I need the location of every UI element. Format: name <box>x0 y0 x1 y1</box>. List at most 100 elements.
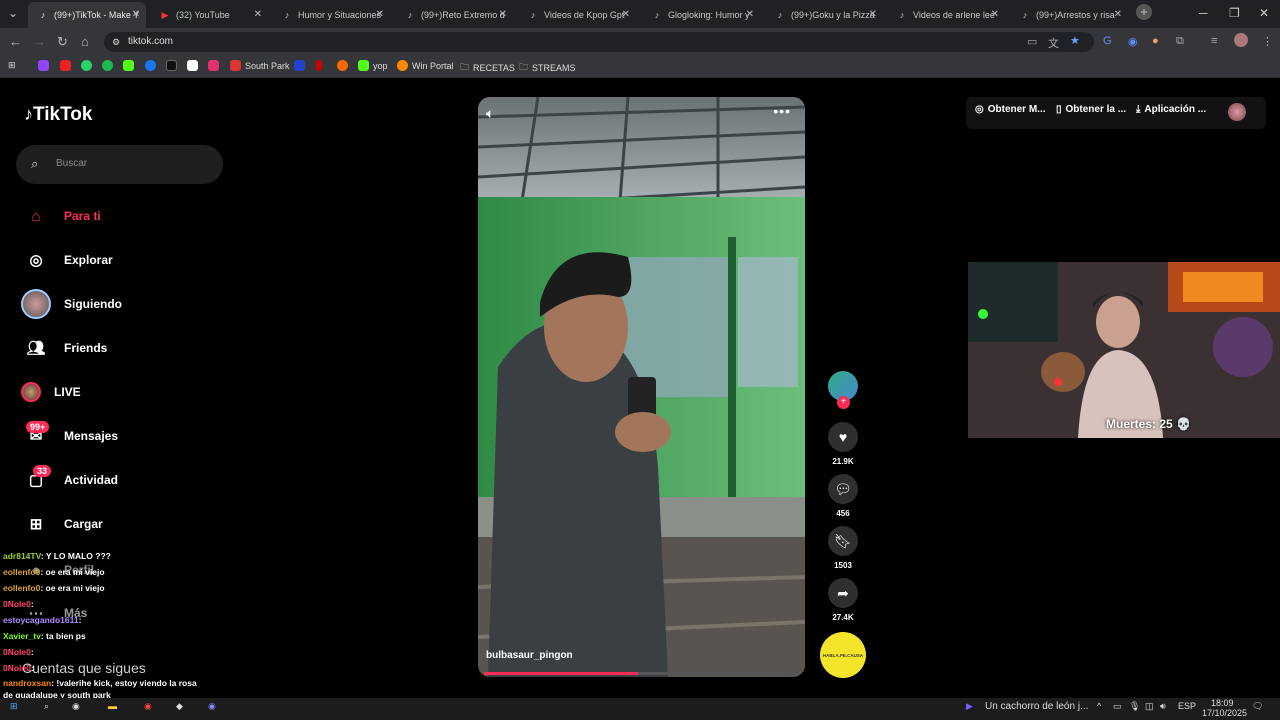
close-tab-icon[interactable]: ✕ <box>622 9 630 20</box>
tab-arlene[interactable]: ♪ Videos de arlene lee ✕ <box>887 2 1005 28</box>
file-explorer-icon[interactable]: ▬ <box>108 701 117 711</box>
orange-bookmark-icon[interactable] <box>337 60 348 71</box>
tab-reto[interactable]: ♪ (99+)Reto Extremo d ✕ <box>395 2 513 28</box>
tab-search-icon[interactable]: ⌄ <box>8 6 18 20</box>
share-button[interactable]: ➦ <box>828 578 858 608</box>
site-info-icon[interactable]: ⚙ <box>112 32 120 52</box>
taskbar-app-icon[interactable]: ◉ <box>72 701 80 712</box>
amazon-bookmark-icon[interactable] <box>187 60 198 71</box>
nav-explorar[interactable]: ◎ Explorar <box>20 245 112 275</box>
comment-count: 456 <box>836 509 850 518</box>
tray-chevron-icon[interactable]: ^ <box>1097 701 1101 711</box>
nav-friends[interactable]: 👥︎ Friends <box>20 333 107 363</box>
user-avatar[interactable] <box>1228 103 1246 121</box>
tab-humor[interactable]: ♪ Humor y Situaciones ✕ <box>272 2 390 28</box>
forward-icon[interactable]: → <box>33 34 46 49</box>
tiktok-logo[interactable]: ♪TikTok <box>24 104 92 126</box>
taskbar-app3-icon[interactable]: ◉ <box>208 701 216 712</box>
back-icon[interactable]: ← <box>9 34 22 49</box>
menu-kebab-icon[interactable]: ⋮ <box>1262 35 1273 48</box>
obtener-monedas-button[interactable]: ◎ Obtener M... <box>975 104 1046 115</box>
network-icon[interactable]: ◫ <box>1145 701 1154 712</box>
video-author[interactable]: bulbasaur_pingon <box>486 650 573 661</box>
nav-cargar[interactable]: ⊞ Cargar <box>20 509 103 539</box>
bookmark-win-portal[interactable]: Win Portal <box>397 60 454 71</box>
follow-plus-icon[interactable]: + <box>837 396 850 409</box>
close-tab-icon[interactable]: ✕ <box>746 9 754 20</box>
taskbar-app2-icon[interactable]: ◆ <box>176 701 183 712</box>
tab-kpop[interactable]: ♪ Videos de Kpop Gpt ✕ <box>518 2 636 28</box>
minimize-icon[interactable]: ─ <box>1199 6 1208 20</box>
close-tab-icon[interactable]: ✕ <box>132 9 140 20</box>
m-bookmark-icon[interactable] <box>294 60 305 71</box>
address-bar[interactable]: ⚙ tiktok.com <box>104 32 1094 52</box>
bookmark-yop[interactable]: yop <box>358 60 388 71</box>
video-progress-bar[interactable] <box>484 672 799 675</box>
bookmark-folder-recetas[interactable]: 🗀 RECETAS <box>460 60 515 76</box>
twitch-bookmark-icon[interactable] <box>38 60 49 71</box>
youtube-bookmark-icon[interactable] <box>60 60 71 71</box>
maximize-icon[interactable]: ❐ <box>1229 6 1240 20</box>
video-player[interactable]: 🔈︎ ••• bulbasaur_pingon <box>478 97 805 677</box>
close-tab-icon[interactable]: ✕ <box>376 9 384 20</box>
aplicacion-button[interactable]: ⤓ Aplicación ... <box>1136 104 1206 115</box>
close-tab-icon[interactable]: ✕ <box>1114 9 1122 20</box>
tab-glogloking[interactable]: ♪ Glogloking: Humor y ✕ <box>642 2 760 28</box>
bookmark-south-park[interactable]: South Park <box>230 60 290 71</box>
facebook-bookmark-icon[interactable] <box>145 60 156 71</box>
volume-icon[interactable]: 🔈︎ <box>486 105 494 122</box>
close-tab-icon[interactable]: ✕ <box>869 9 877 20</box>
whatsapp-bookmark-icon[interactable] <box>81 60 92 71</box>
media-app-icon[interactable]: ▶ <box>966 701 973 712</box>
tab-tiktok[interactable]: ♪ (99+)TikTok - Make Y ✕ <box>28 2 146 28</box>
comment-button[interactable]: 💬︎ <box>828 474 858 504</box>
spotify-bookmark-icon[interactable] <box>102 60 113 71</box>
microphone-icon[interactable]: 🎙︎ <box>1129 701 1140 712</box>
instagram-bookmark-icon[interactable] <box>208 60 219 71</box>
kick-bookmark-icon[interactable] <box>123 60 134 71</box>
tray-icon[interactable]: ▭ <box>1113 701 1122 712</box>
volume-tray-icon[interactable]: 🔊︎ <box>1160 701 1166 712</box>
cast-icon[interactable]: ▭ <box>1027 35 1037 48</box>
obtener-app-button[interactable]: ▯ Obtener la ... <box>1056 104 1126 115</box>
extension-icon[interactable]: ● <box>1152 35 1159 47</box>
extensions-puzzle-icon[interactable]: ⧉ <box>1176 35 1184 48</box>
save-button[interactable]: 🔖︎ <box>828 526 858 556</box>
nav-para-ti[interactable]: ⌂ Para ti <box>20 201 100 231</box>
video-more-icon[interactable]: ••• <box>773 103 791 119</box>
bookmark-star-icon[interactable]: ★ <box>1070 34 1080 47</box>
apps-grid-icon[interactable]: ⊞ <box>8 60 16 71</box>
close-tab-icon[interactable]: ✕ <box>254 9 262 20</box>
reading-list-icon[interactable]: ≡ <box>1211 35 1217 47</box>
close-tab-icon[interactable]: ✕ <box>499 9 507 20</box>
tab-youtube[interactable]: ▶ (32) YouTube ✕ <box>150 2 268 28</box>
clock-time[interactable]: 18:09 <box>1211 698 1234 708</box>
home-icon[interactable]: ⌂ <box>81 34 89 49</box>
tab-goku[interactable]: ♪ (99+)Goku y la Pizza ✕ <box>765 2 883 28</box>
reload-icon[interactable]: ↻ <box>57 34 68 50</box>
close-tab-icon[interactable]: ✕ <box>991 9 999 20</box>
language-indicator[interactable]: ESP <box>1178 701 1196 711</box>
search-input[interactable]: ⌕ Buscar <box>16 145 223 184</box>
bookmark-folder-streams[interactable]: 🗀 STREAMS <box>519 60 576 76</box>
start-icon[interactable]: ⊞ <box>10 701 18 712</box>
tab-arrestos[interactable]: ♪ (99+)Arrestos y risa ✕ <box>1010 2 1128 28</box>
extension-translate-icon[interactable]: G <box>1103 35 1112 47</box>
close-window-icon[interactable]: ✕ <box>1259 6 1269 20</box>
profile-avatar[interactable] <box>1234 33 1248 47</box>
extension-audio-icon[interactable]: ◉ <box>1128 35 1138 48</box>
new-tab-icon[interactable]: + <box>1136 4 1152 20</box>
like-button[interactable]: ♥ <box>828 422 858 452</box>
share-count: 27.4K <box>832 613 854 622</box>
notifications-icon[interactable]: 🗨︎ <box>1252 701 1263 712</box>
red-bookmark-icon[interactable] <box>316 60 322 71</box>
nav-live[interactable]: LIVE <box>20 377 81 407</box>
chrome-icon[interactable]: ◉ <box>144 701 152 712</box>
taskbar-search-icon[interactable]: ⌕ <box>44 701 49 712</box>
music-disc[interactable]: HABLA.PE.CAUSA <box>820 632 866 678</box>
now-playing-title[interactable]: Un cachorro de león j... <box>985 701 1088 712</box>
nav-siguiendo[interactable]: Siguiendo <box>20 289 122 319</box>
tiktok-bookmark-icon[interactable] <box>166 60 177 71</box>
clock-date[interactable]: 17/10/2025 <box>1202 708 1247 718</box>
translate-icon[interactable]: 文 <box>1048 35 1059 51</box>
